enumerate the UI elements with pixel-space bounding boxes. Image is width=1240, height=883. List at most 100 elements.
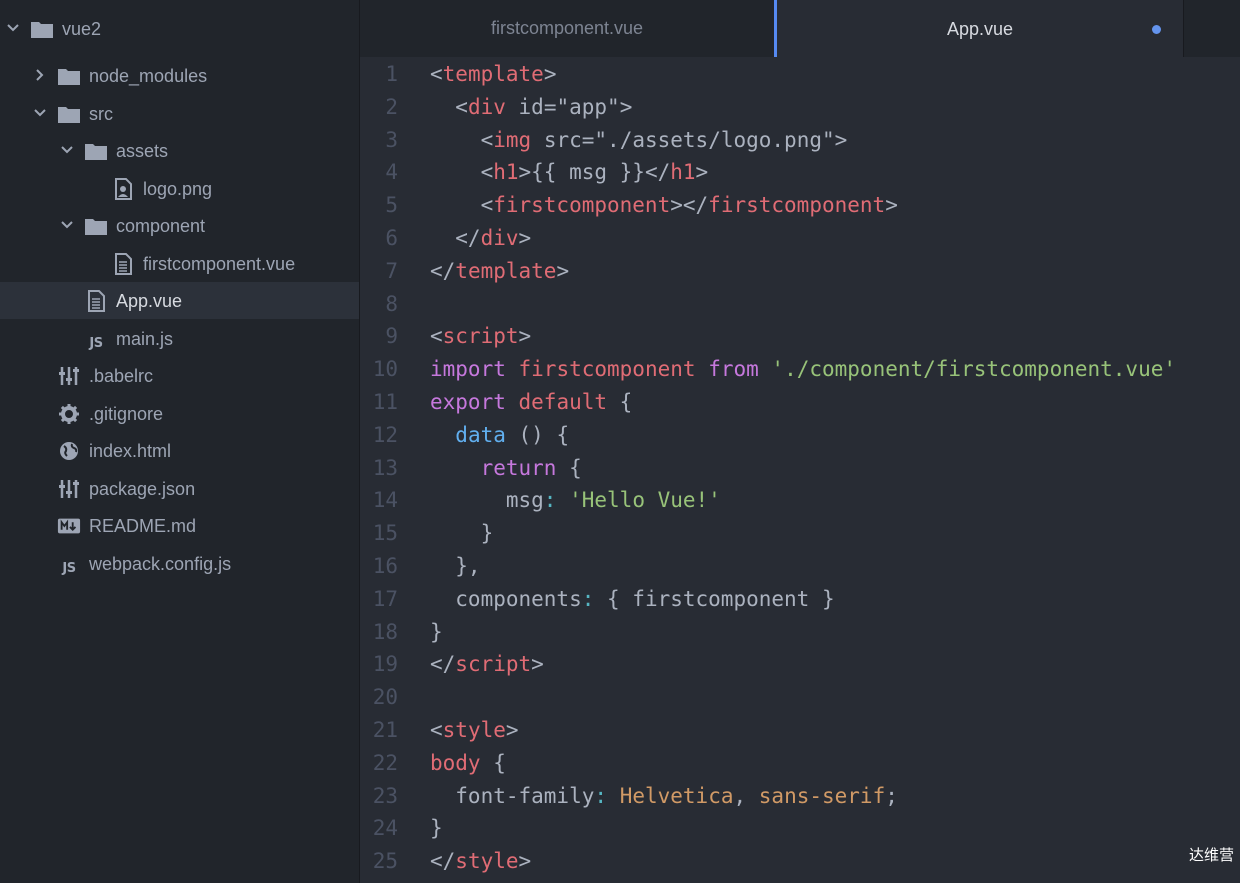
chevron-down-icon[interactable] (59, 217, 75, 233)
code-token: = (543, 95, 557, 119)
code-token: > (518, 324, 532, 348)
code-line[interactable]: </template> (430, 255, 569, 288)
code-token: > (505, 718, 519, 742)
tree-item-babelrc[interactable]: .babelrc (0, 357, 359, 394)
code-line[interactable]: font-family: Helvetica, sans-serif; (430, 780, 898, 813)
tree-item-main-js[interactable]: JS main.js (0, 320, 359, 357)
code-token: default (518, 390, 608, 414)
code-line[interactable]: </style> (430, 845, 531, 878)
code-editor[interactable]: 1 2 3 4 5 6 7 8 9 10 11 12 13 14 15 16 17 18 19 20 21 22 23 24 2… (360, 57, 1240, 883)
tree-item-label: README.md (89, 516, 197, 536)
code-token: { (556, 456, 582, 480)
code-token: > (885, 193, 898, 217)
line-number: 15 (372, 521, 398, 545)
code-line[interactable]: </script> (430, 648, 544, 681)
gear-icon (57, 403, 81, 424)
code-token: , (733, 784, 759, 808)
code-token: ></ (670, 193, 709, 217)
code-line[interactable]: <img src="./assets/logo.png"> (430, 124, 848, 157)
chevron-down-icon[interactable] (59, 142, 75, 158)
javascript-file-icon: JS (62, 561, 76, 576)
code-line[interactable]: } (430, 812, 443, 845)
code-line[interactable]: </div> (430, 222, 531, 255)
code-line[interactable]: import firstcomponent from './component/… (430, 353, 1176, 386)
code-line[interactable]: } (430, 616, 443, 649)
line-number: 23 (372, 784, 398, 808)
tree-item-logo-png[interactable]: logo.png (0, 170, 359, 207)
tree-item-readme-md[interactable]: README.md (0, 507, 359, 544)
code-token: { (607, 390, 633, 414)
tree-item-component[interactable]: component (0, 207, 359, 244)
code-token: { firstcomponent } (594, 587, 835, 611)
folder-icon (30, 18, 54, 39)
line-number: 18 (372, 620, 398, 644)
code-line[interactable]: <h1>{{ msg }}</h1> (430, 156, 709, 189)
code-line[interactable]: <div id="app"> (430, 91, 632, 124)
code-token: return (480, 456, 557, 480)
chevron-down-icon[interactable] (32, 105, 48, 121)
settings-sliders-icon (57, 478, 81, 499)
tree-item-app-vue[interactable]: App.vue (0, 282, 359, 319)
tree-item-src[interactable]: src (0, 95, 359, 132)
code-line[interactable]: }, (430, 550, 480, 583)
tree-item-label: node_modules (89, 66, 208, 86)
code-line[interactable]: <style> (430, 714, 519, 747)
code-token: { (480, 751, 506, 775)
code-token: > (834, 128, 848, 152)
tree-item-node-modules[interactable]: node_modules (0, 57, 359, 94)
code-token: >{{ msg }}</ (518, 160, 671, 184)
tree-item-label: assets (116, 141, 169, 161)
code-line[interactable]: msg: 'Hello Vue!' (430, 484, 721, 517)
code-token: : (543, 488, 557, 512)
tree-item-index-html[interactable]: index.html (0, 432, 359, 469)
code-line[interactable]: } (430, 517, 494, 550)
folder-icon (57, 65, 81, 86)
line-number: 24 (372, 816, 398, 840)
code-line[interactable]: return { (430, 452, 582, 485)
line-number: 4 (385, 160, 398, 184)
code-token: sans-serif (758, 784, 886, 808)
code-token: < (430, 62, 443, 86)
code-line[interactable]: <script> (430, 320, 531, 353)
code-token: msg (430, 488, 544, 512)
code-line[interactable]: components: { firstcomponent } (430, 583, 835, 616)
tree-item-webpack-config-js[interactable]: JS webpack.config.js (0, 545, 359, 582)
code-token: } (430, 521, 494, 545)
code-line[interactable]: export default { (430, 386, 632, 419)
code-line[interactable]: <template> (430, 58, 556, 91)
code-token: export (430, 390, 506, 414)
code-token: </ (430, 652, 456, 676)
tree-item-label: package.json (89, 479, 196, 499)
tree-root-vue2[interactable]: vue2 (0, 10, 359, 47)
chevron-down-icon[interactable] (5, 20, 21, 36)
chevron-right-icon[interactable] (32, 67, 48, 83)
code-token: : (581, 587, 595, 611)
line-number: 14 (372, 488, 398, 512)
line-number: 1 (385, 62, 398, 86)
tree-item-gitignore[interactable]: .gitignore (0, 395, 359, 432)
watermark-text: 达维营 (1188, 846, 1234, 864)
tab-firstcomponent-vue[interactable]: firstcomponent.vue (360, 0, 774, 57)
code-token: script (455, 652, 532, 676)
tree-item-label: .gitignore (89, 404, 164, 424)
code-line[interactable]: data () { (430, 419, 569, 452)
tree-item-firstcomponent-vue[interactable]: firstcomponent.vue (0, 245, 359, 282)
code-line[interactable]: body { (430, 747, 506, 780)
tab-app-vue[interactable]: App.vue (774, 0, 1184, 58)
code-token: style (455, 849, 519, 873)
code-token: font-family (430, 784, 595, 808)
code-line[interactable]: <firstcomponent></firstcomponent> (430, 189, 898, 222)
code-token: </ (430, 849, 456, 873)
code-token: : (594, 784, 608, 808)
tree-item-assets[interactable]: assets (0, 132, 359, 169)
tree-item-package-json[interactable]: package.json (0, 470, 359, 507)
